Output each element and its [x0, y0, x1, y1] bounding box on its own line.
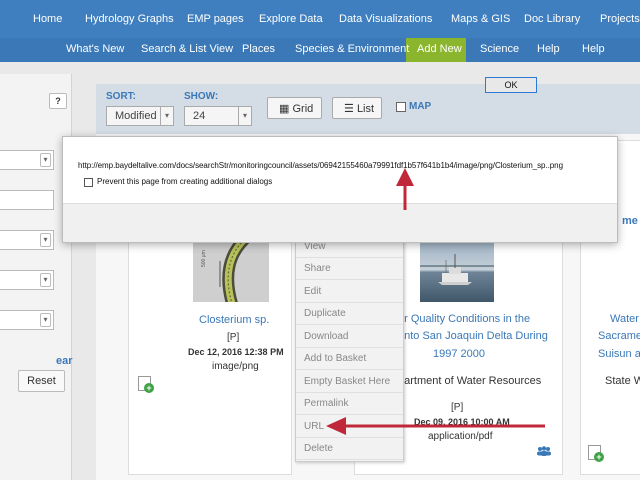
card-title-line[interactable]: Sacrame [598, 330, 640, 342]
card-title-partial[interactable]: me [622, 215, 638, 227]
chevron-down-icon: ▾ [40, 233, 51, 247]
menu-item-download[interactable]: Download [296, 326, 403, 348]
menu-item-duplicate[interactable]: Duplicate [296, 303, 403, 325]
chevron-down-icon: ▾ [40, 313, 51, 327]
add-to-basket-icon[interactable]: + [588, 445, 604, 462]
menu-item-empty-basket[interactable]: Empty Basket Here [296, 371, 403, 393]
ok-button[interactable]: OK [485, 77, 537, 93]
card-title-line[interactable]: 1997 2000 [433, 348, 485, 360]
sort-value: Modified [115, 110, 157, 122]
card-title-line[interactable]: ento San Joaquin Delta During [398, 330, 548, 342]
sort-label: SORT: [106, 91, 136, 102]
prevent-dialogs-label[interactable]: Prevent this page from creating addition… [97, 177, 272, 186]
card-date: Dec 09, 2016 10:00 AM [414, 417, 510, 427]
grid-label: Grid [292, 103, 314, 115]
nav-projects[interactable]: Projects [600, 13, 640, 25]
nav-help-2[interactable]: Help [582, 43, 605, 55]
add-to-basket-icon[interactable]: + [138, 376, 154, 393]
menu-item-permalink[interactable]: Permalink [296, 393, 403, 415]
dialog-footer [63, 203, 617, 242]
card-agency: State Wa [605, 375, 640, 387]
filter-select[interactable]: ▾ [0, 150, 54, 170]
nav-whats-new[interactable]: What's New [66, 43, 124, 55]
reset-button[interactable]: Reset [18, 370, 65, 392]
nav-explore-data[interactable]: Explore Data [259, 13, 323, 25]
nav-data-visualizations[interactable]: Data Visualizations [339, 13, 432, 25]
grid-icon: ▦ [279, 103, 290, 115]
map-checkbox[interactable] [396, 102, 406, 112]
chevron-down-icon: ▾ [40, 153, 51, 167]
chevron-down-icon: ▾ [40, 273, 51, 287]
show-select[interactable]: 24 ▾ [184, 106, 252, 126]
card-title[interactable]: Closterium sp. [199, 314, 269, 326]
nav-emp-pages[interactable]: EMP pages [187, 13, 244, 25]
card-title-line[interactable]: er Quality Conditions in the [398, 313, 530, 325]
card-tag: [P] [451, 402, 464, 413]
nav-species-environment[interactable]: Species & Environment [295, 43, 409, 55]
browser-alert-dialog: http://emp.baydeltalive.com/docs/searchS… [62, 136, 618, 243]
nav-home[interactable]: Home [33, 13, 62, 25]
list-label: List [356, 103, 375, 115]
users-icon[interactable] [536, 446, 552, 456]
filter-input[interactable] [0, 190, 54, 210]
show-label: SHOW: [184, 91, 219, 102]
show-value: 24 [193, 110, 206, 122]
card-type: application/pdf [428, 431, 493, 442]
filter-select[interactable]: ▾ [0, 270, 54, 290]
nav-maps-gis[interactable]: Maps & GIS [451, 13, 510, 25]
menu-item-share[interactable]: Share [296, 258, 403, 280]
filter-select[interactable]: ▾ [0, 310, 54, 330]
grid-view-button[interactable]: ▦ Grid [267, 97, 322, 119]
nav-hydrology-graphs[interactable]: Hydrology Graphs [85, 13, 174, 25]
show-caret-icon: ▾ [238, 107, 251, 125]
nav-add-new[interactable]: Add New [417, 43, 462, 55]
card-thumbnail[interactable] [420, 240, 494, 302]
card-tag: [P] [227, 332, 240, 343]
menu-item-delete[interactable]: Delete [296, 438, 403, 460]
nav-doc-library[interactable]: Doc Library [524, 13, 580, 25]
map-label[interactable]: MAP [409, 101, 431, 112]
sort-select[interactable]: Modified ▾ [106, 106, 174, 126]
card-title-line[interactable]: Suisun an [598, 348, 640, 360]
dialog-message: http://emp.baydeltalive.com/docs/searchS… [78, 161, 563, 170]
nav-help[interactable]: Help [537, 43, 560, 55]
help-button[interactable]: ? [49, 93, 67, 109]
card-title-line[interactable]: Water [610, 313, 639, 325]
list-icon: ☰ [344, 103, 354, 115]
context-menu: View Share Edit Duplicate Download Add t… [295, 235, 404, 462]
menu-item-edit[interactable]: Edit [296, 281, 403, 303]
prevent-dialogs-checkbox[interactable] [84, 178, 93, 187]
clear-link[interactable]: ear [56, 355, 73, 367]
card-agency: partment of Water Resources [398, 375, 542, 387]
card-date: Dec 12, 2016 12:38 PM [188, 347, 284, 357]
scale-label: 500 µm [201, 250, 207, 267]
nav-science[interactable]: Science [480, 43, 519, 55]
filter-select[interactable]: ▾ [0, 230, 54, 250]
card-type: image/png [212, 361, 259, 372]
nav-places[interactable]: Places [242, 43, 275, 55]
nav-search-list-view[interactable]: Search & List View [141, 43, 233, 55]
menu-item-url[interactable]: URL [296, 416, 403, 438]
list-view-button[interactable]: ☰ List [332, 97, 382, 119]
sort-caret-icon: ▾ [160, 107, 173, 125]
menu-item-add-to-basket[interactable]: Add to Basket [296, 348, 403, 370]
